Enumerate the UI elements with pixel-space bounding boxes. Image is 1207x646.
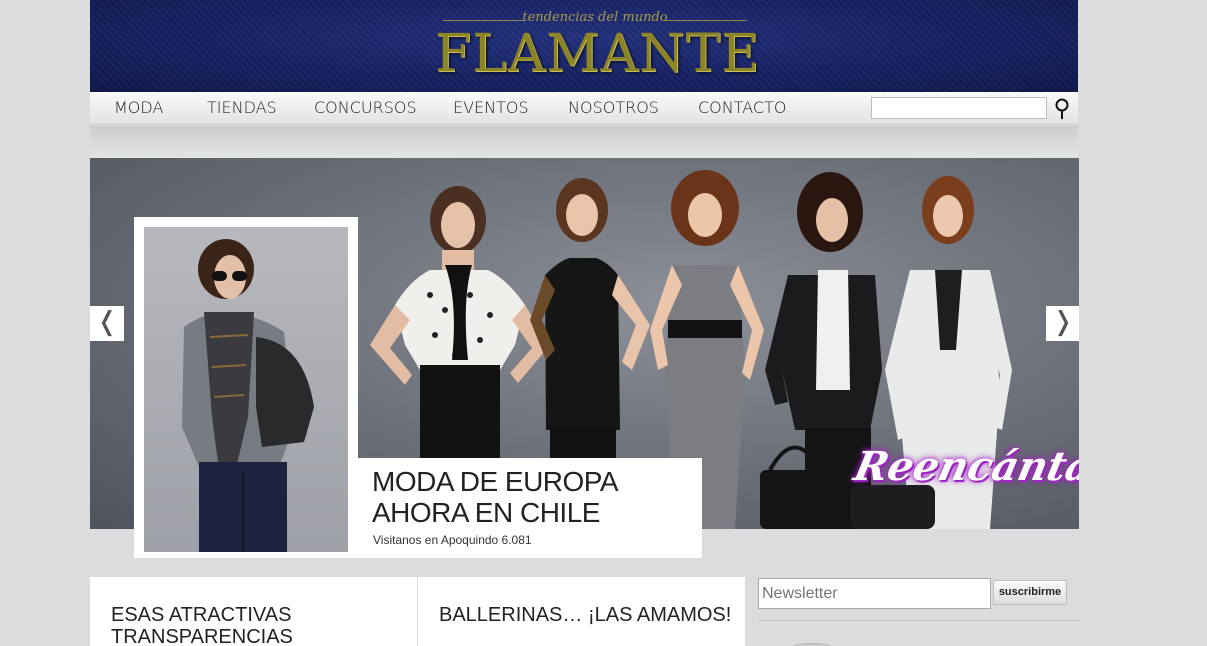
site-logo[interactable]: tendencias del mundo FLAMANTE [435, 10, 759, 84]
main-nav: MODA TIENDAS CONCURSOS EVENTOS NOSOTROS … [90, 92, 1078, 125]
nav-item-contacto[interactable]: CONTACTO [698, 92, 786, 125]
chevron-right-icon[interactable]: ❭ [1046, 306, 1079, 341]
nav-item-nosotros[interactable]: NOSOTROS [568, 92, 659, 125]
search-input[interactable] [871, 97, 1047, 119]
featured-thumbnail-image [144, 227, 348, 552]
featured-thumbnail[interactable] [134, 217, 358, 558]
nav-item-eventos[interactable]: EVENTOS [453, 92, 529, 125]
subscribe-button[interactable]: suscribirme [993, 580, 1067, 605]
featured-title[interactable]: MODA DE EUROPA AHORA EN CHILE [372, 466, 692, 528]
search-icon[interactable] [1052, 97, 1072, 121]
post-card[interactable]: ESAS ATRACTIVAS TRANSPARENCIAS [90, 577, 417, 646]
post-card[interactable]: BALLERINAS… ¡LAS AMAMOS! [418, 577, 745, 646]
chevron-left-icon[interactable]: ❬ [90, 306, 124, 341]
nav-item-moda[interactable]: MODA [114, 92, 163, 125]
site-tagline: tendencias del mundo [522, 10, 668, 25]
site-header: tendencias del mundo FLAMANTE [90, 0, 1078, 92]
newsletter-email-field[interactable] [758, 578, 991, 609]
sidebar-divider [758, 620, 1080, 621]
sub-nav-bar [90, 126, 1078, 158]
featured-subtitle: Visitanos en Apoquindo 6.081 [373, 533, 532, 547]
post-title[interactable]: BALLERINAS… ¡LAS AMAMOS! [439, 604, 731, 626]
nav-item-tiendas[interactable]: TIENDAS [207, 92, 277, 125]
featured-caption[interactable]: MODA DE EUROPA AHORA EN CHILE Visitanos … [358, 458, 702, 558]
brand-script-text: Reencántate [850, 443, 1079, 490]
nav-item-concursos[interactable]: CONCURSOS [314, 92, 417, 125]
post-title[interactable]: ESAS ATRACTIVAS TRANSPARENCIAS [111, 604, 293, 646]
logo-text: FLAMANTE [435, 24, 761, 84]
